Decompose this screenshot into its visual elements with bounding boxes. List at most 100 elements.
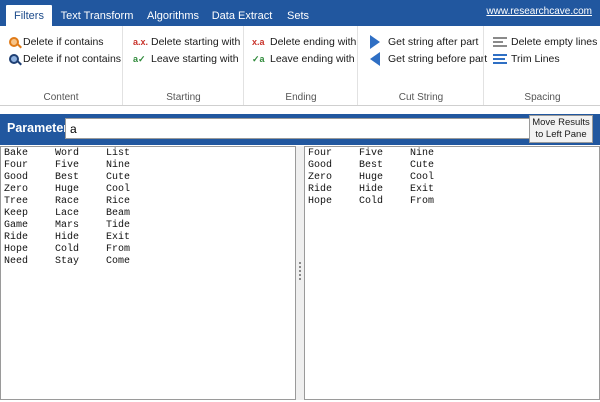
delete-ending-with-button[interactable]: x.a Delete ending with <box>252 33 356 51</box>
left-pane-body: Bake Word List Four Five Nine Good Best Cute Zero… <box>1 147 295 269</box>
word-cell: Four <box>308 148 333 159</box>
word-cell: List <box>106 148 131 159</box>
trim-lines-icon <box>493 52 507 66</box>
arrow-left-icon <box>370 52 380 66</box>
word-cell: Keep <box>4 208 29 219</box>
ax-check-icon: a✓ <box>133 54 146 64</box>
text-line: Bake Word List <box>4 148 292 160</box>
word-cell: Best <box>359 160 384 171</box>
website-link[interactable]: www.researchcave.com <box>486 6 592 17</box>
word-cell: Mars <box>55 220 80 231</box>
parameter-bar: Parameter Move Results to Left Pane <box>0 114 600 145</box>
word-cell: Good <box>4 172 29 183</box>
word-cell: Game <box>4 220 29 231</box>
text-line: Four Five Nine <box>308 148 596 160</box>
delete-starting-with-button[interactable]: a.x. Delete starting with <box>133 33 240 51</box>
trim-lines-button[interactable]: Trim Lines <box>493 50 560 68</box>
word-cell: Exit <box>410 184 435 195</box>
word-cell: Cool <box>410 172 435 183</box>
word-cell: Cute <box>410 160 435 171</box>
group-label-ending: Ending <box>285 92 317 103</box>
splitter-grip-icon <box>299 262 301 280</box>
group-ending: x.a Delete ending with ✓a Leave ending w… <box>243 26 358 105</box>
delete-if-not-contains-button[interactable]: Delete if not contains <box>8 50 121 68</box>
word-cell: Hide <box>359 184 384 195</box>
delete-empty-lines-button[interactable]: Delete empty lines <box>493 33 597 51</box>
delete-if-contains-label: Delete if contains <box>23 36 104 48</box>
word-cell: Tree <box>4 196 29 207</box>
move-results-label-line1: Move Results <box>532 117 590 128</box>
leave-ending-with-button[interactable]: ✓a Leave ending with <box>252 50 355 68</box>
get-string-after-part-label: Get string after part <box>388 36 479 48</box>
delete-starting-with-label: Delete starting with <box>151 36 241 48</box>
word-cell: Hope <box>308 196 333 207</box>
get-string-before-part-button[interactable]: Get string before part <box>368 50 487 68</box>
word-cell: Nine <box>106 160 131 171</box>
leave-starting-with-label: Leave starting with <box>151 53 239 65</box>
word-cell: Word <box>55 148 80 159</box>
word-cell: Lace <box>55 208 80 219</box>
get-string-before-part-label: Get string before part <box>388 53 488 65</box>
tab-data-extract[interactable]: Data Extract <box>210 6 274 26</box>
trim-lines-label: Trim Lines <box>511 53 560 65</box>
word-cell: Rice <box>106 196 131 207</box>
word-cell: Four <box>4 160 29 171</box>
tab-text-transform[interactable]: Text Transform <box>58 6 136 26</box>
word-cell: Exit <box>106 232 131 243</box>
group-label-spacing: Spacing <box>524 92 561 103</box>
move-results-label-line2: to Left Pane <box>535 129 587 140</box>
text-line: Four Five Nine <box>4 160 292 172</box>
right-text-pane[interactable]: Four Five Nine Good Best Cute Zero Huge Cool Ride… <box>304 146 600 400</box>
delete-if-contains-button[interactable]: Delete if contains <box>8 33 104 51</box>
left-text-pane[interactable]: Bake Word List Four Five Nine Good Best Cute Zero… <box>0 146 296 400</box>
word-cell: Beam <box>106 208 131 219</box>
tab-sets[interactable]: Sets <box>280 6 316 26</box>
text-line: Good Best Cute <box>4 172 292 184</box>
word-cell: Cute <box>106 172 131 183</box>
word-cell: Cold <box>359 196 384 207</box>
ribbon: Delete if contains Delete if not contain… <box>0 26 600 106</box>
word-cell: Huge <box>55 184 80 195</box>
lines-icon <box>493 35 507 49</box>
word-cell: From <box>410 196 435 207</box>
text-line: Hope Cold From <box>308 196 596 208</box>
text-line: Keep Lace Beam <box>4 208 292 220</box>
group-label-cut-string: Cut String <box>398 92 444 103</box>
parameter-input[interactable] <box>65 118 532 139</box>
word-cell: Come <box>106 256 131 267</box>
text-line: Game Mars Tide <box>4 220 292 232</box>
word-cell: Ride <box>308 184 333 195</box>
delete-empty-lines-label: Delete empty lines <box>511 36 598 48</box>
ax-icon: a.x. <box>133 37 149 47</box>
word-cell: Hope <box>4 244 29 255</box>
word-cell: Stay <box>55 256 80 267</box>
xa-icon: x.a <box>252 37 265 47</box>
word-cell: Bake <box>4 148 29 159</box>
parameter-label: Parameter <box>7 121 69 135</box>
search-orange-icon <box>9 37 19 47</box>
word-cell: Good <box>308 160 333 171</box>
word-cell: Tide <box>106 220 131 231</box>
tab-filters[interactable]: Filters <box>6 5 52 26</box>
text-line: Zero Huge Cool <box>308 172 596 184</box>
move-results-button[interactable]: Move Results to Left Pane <box>529 115 593 143</box>
text-line: Ride Hide Exit <box>308 184 596 196</box>
tab-algorithms[interactable]: Algorithms <box>142 6 204 26</box>
word-cell: Cold <box>55 244 80 255</box>
group-label-starting: Starting <box>166 92 201 103</box>
get-string-after-part-button[interactable]: Get string after part <box>368 33 478 51</box>
text-line: Need Stay Come <box>4 256 292 268</box>
word-cell: Cool <box>106 184 131 195</box>
group-content: Delete if contains Delete if not contain… <box>0 26 122 105</box>
group-starting: a.x. Delete starting with a✓ Leave start… <box>122 26 244 105</box>
group-cut-string: Get string after part Get string before … <box>357 26 487 105</box>
text-line: Hope Cold From <box>4 244 292 256</box>
tab-bar: Filters Text Transform Algorithms Data E… <box>0 0 600 26</box>
pane-splitter[interactable] <box>296 146 304 400</box>
word-cell: Nine <box>410 148 435 159</box>
leave-starting-with-button[interactable]: a✓ Leave starting with <box>133 50 239 68</box>
word-cell: Best <box>55 172 80 183</box>
word-cell: Ride <box>4 232 29 243</box>
text-line: Good Best Cute <box>308 160 596 172</box>
word-cell: Need <box>4 256 29 267</box>
